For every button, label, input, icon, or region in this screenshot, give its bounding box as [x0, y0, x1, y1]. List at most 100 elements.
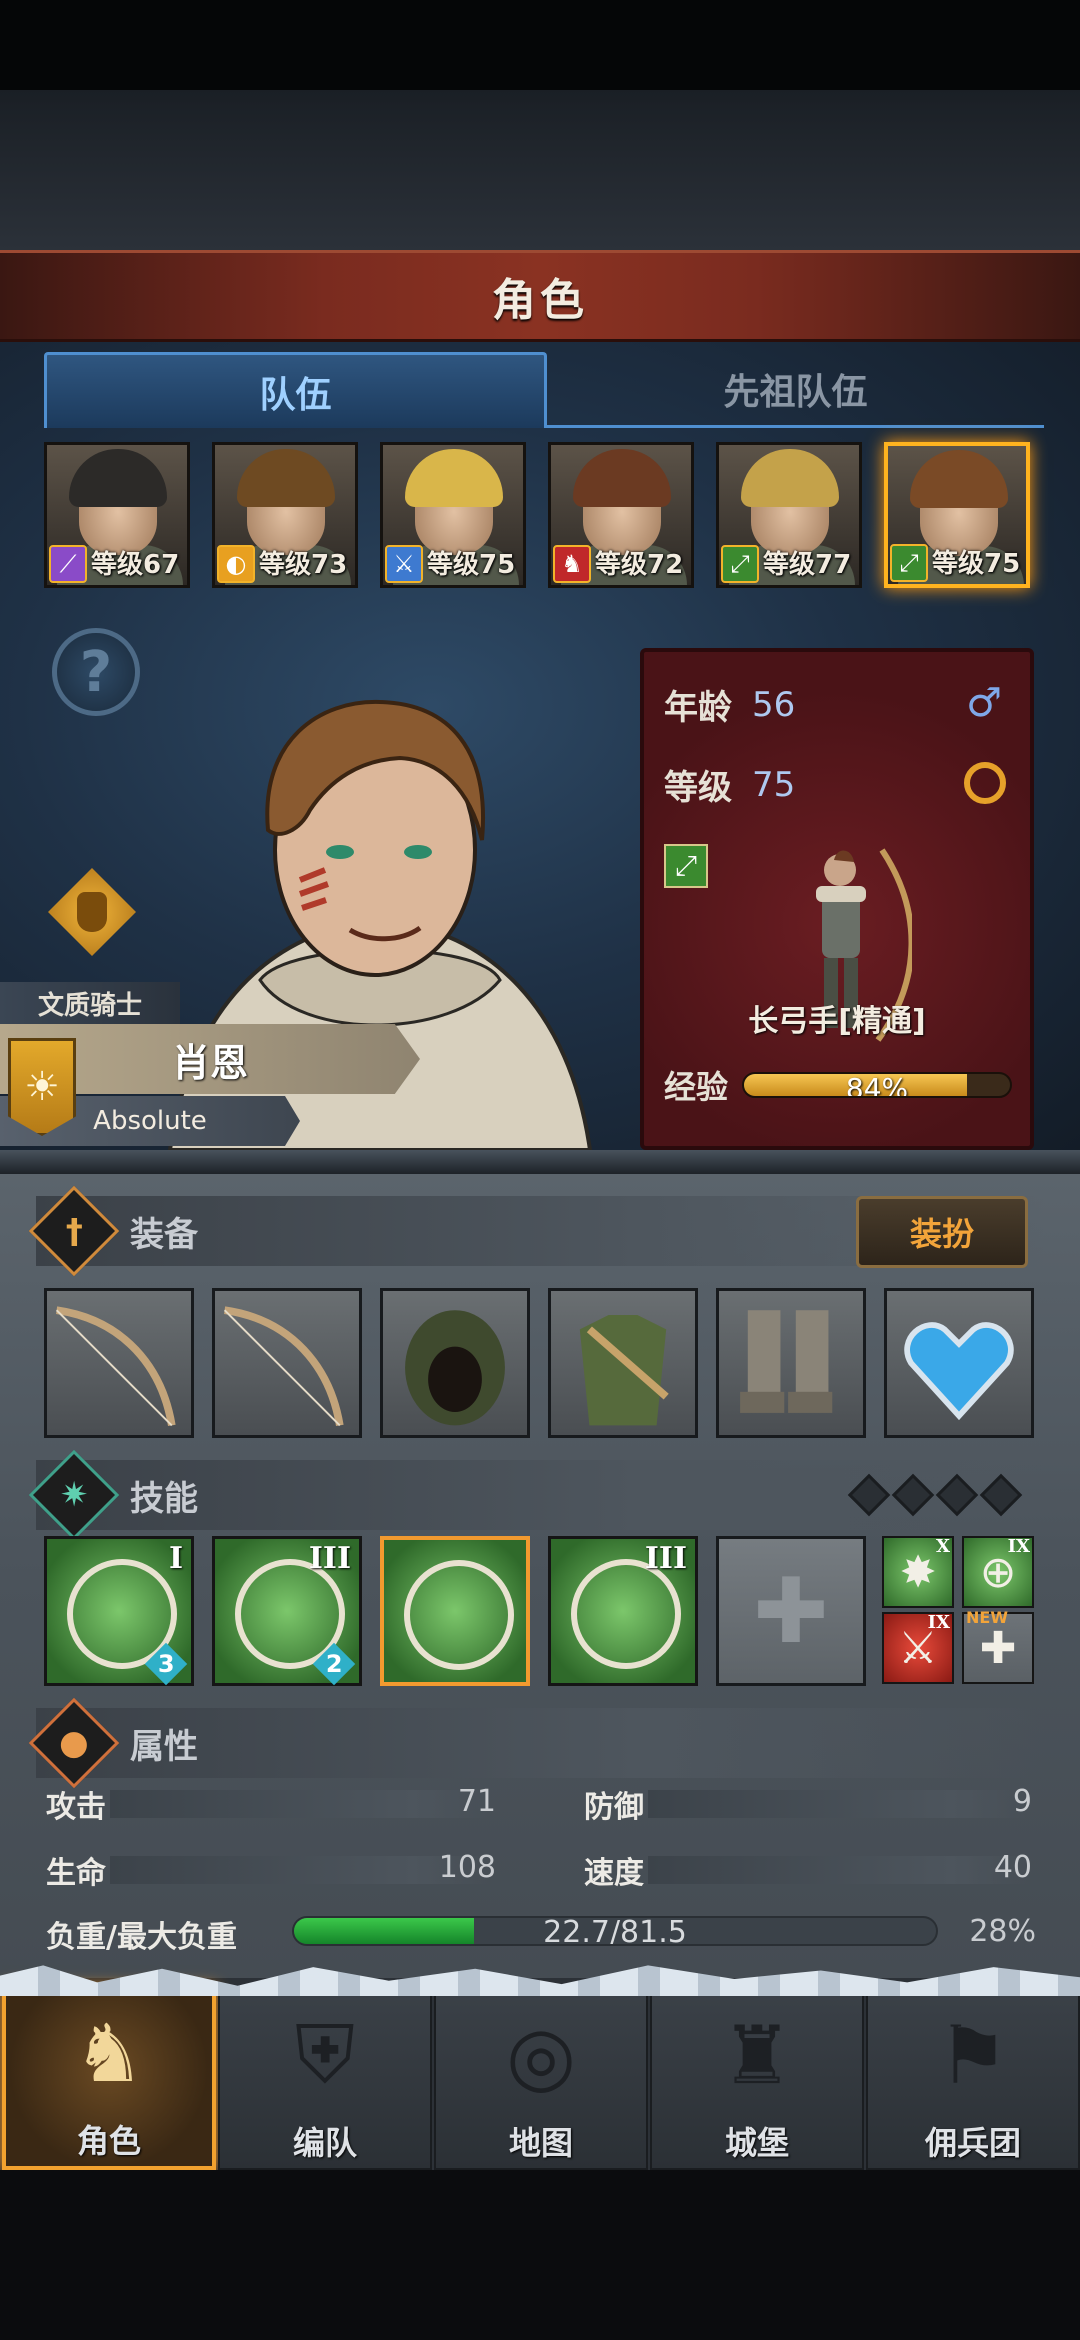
tunic-icon [579, 1315, 669, 1426]
hp-label: 生命 [46, 1856, 106, 1891]
male-icon: ♂ [966, 680, 1002, 726]
hero-card[interactable]: ⚔ 等级75 [380, 442, 526, 588]
knight-icon: ♞ [73, 2006, 145, 2100]
tab-party[interactable]: 队伍 [44, 352, 547, 428]
age-value: 56 [752, 684, 796, 725]
skill-rank: I [168, 1541, 183, 1576]
exp-bar: 84% [742, 1072, 1013, 1098]
character-trait: 文质骑士 [0, 982, 180, 1024]
hero-hair [69, 449, 167, 507]
minor-skill-rank: IX [927, 1612, 950, 1633]
defense-value: 9 [1012, 1784, 1032, 1819]
nav-compass[interactable]: ◎ 地图 [434, 1986, 648, 2170]
minor-skill-slot[interactable]: ⊕ IX [962, 1536, 1034, 1608]
level-value: 75 [752, 764, 796, 805]
equipment-title: 装备 [130, 1214, 198, 1255]
section-divider [0, 1150, 1080, 1174]
mount-icon: ♞ [553, 545, 591, 583]
boots-icon [740, 1310, 833, 1413]
info-panel: 年龄 56 ♂ 等级 75 ⤢ 长弓手[精通] 经验 84% [640, 648, 1034, 1150]
load-value: 22.7/81.5 [543, 1916, 687, 1946]
equipment-slot[interactable] [212, 1288, 362, 1438]
equipment-slot[interactable] [44, 1288, 194, 1438]
skill-slot[interactable]: III [548, 1536, 698, 1686]
class-name: 长弓手[精通] [748, 1004, 926, 1039]
minor-skill-slot[interactable]: ✸ X [882, 1536, 954, 1608]
nav-label: 角色 [76, 2122, 141, 2160]
status-area [0, 0, 1080, 90]
speed-value: 40 [993, 1850, 1032, 1885]
system-nav-area [0, 2170, 1080, 2340]
speed-label: 速度 [584, 1856, 644, 1891]
longbow-icon [55, 1306, 176, 1427]
hero-card[interactable]: ⟋ 等级67 [44, 442, 190, 588]
nav-label: 城堡 [724, 2124, 789, 2162]
equipment-slot[interactable] [716, 1288, 866, 1438]
skill-slot[interactable]: III 2 [212, 1536, 362, 1686]
help-button[interactable]: ? [52, 628, 140, 716]
attributes-title: 属性 [130, 1726, 198, 1767]
skill-count: 2 [325, 1649, 343, 1678]
bow-class-icon: ⤢ [664, 844, 708, 888]
hero-hair [910, 450, 1008, 508]
shield-icon: ◐ [217, 545, 255, 583]
staff-icon: ⟋ [49, 545, 87, 583]
nav-castle[interactable]: ♜ 城堡 [650, 1986, 864, 2170]
skill-rank: III [644, 1541, 687, 1576]
longbow-icon [223, 1306, 344, 1427]
hero-hair [741, 449, 839, 507]
page-title: 角色 [492, 275, 588, 326]
nav-banner[interactable]: ⚑ 佣兵团 [866, 1986, 1080, 2170]
nav-helmet[interactable]: ⛨ 编队 [218, 1986, 432, 2170]
hero-level: 等级72 [595, 550, 684, 580]
person-icon: ● [28, 1697, 120, 1789]
dress-up-button[interactable]: 装扮 [856, 1196, 1028, 1268]
bow-icon: ⤢ [890, 544, 928, 582]
hero-level: 等级75 [427, 550, 516, 580]
hero-level: 等级67 [91, 550, 180, 580]
equipment-slot[interactable] [548, 1288, 698, 1438]
empty-skill-slot[interactable]: ✚ [716, 1536, 866, 1686]
skill-slot[interactable]: I3 [44, 1536, 194, 1686]
hero-card[interactable]: ⤢ 等级77 [716, 442, 862, 588]
heart-amulet-icon [904, 1322, 1014, 1421]
level-label: 等级 [664, 768, 732, 808]
attributes-header: ● 属性 [28, 1697, 1046, 1789]
bow-icon: ⤢ [721, 545, 759, 583]
age-row: 年龄 56 [664, 680, 795, 729]
load-bar: 22.7/81.5 [292, 1916, 938, 1946]
castle-icon: ♜ [721, 2008, 793, 2102]
new-badge: NEW [966, 1608, 1008, 1627]
star-burst-icon: ✷ [28, 1449, 120, 1541]
skill-count: 3 [157, 1649, 175, 1678]
skills-title: 技能 [130, 1478, 198, 1519]
dagger-icon: † [28, 1185, 120, 1277]
hero-card[interactable]: ⤢ 等级75 [884, 442, 1030, 588]
question-icon: ? [79, 639, 113, 705]
tab-ancestor-party[interactable]: 先祖队伍 [547, 352, 1044, 428]
equipment-slot[interactable] [884, 1288, 1034, 1438]
compass-icon: ◎ [506, 2008, 576, 2102]
minor-skill-rank: X [936, 1536, 950, 1557]
hero-hair [237, 449, 335, 507]
minor-skill-slot[interactable]: ✚ NEW [962, 1608, 1034, 1684]
empty-cross-icon: ✚ [753, 1558, 829, 1664]
load-percent: 28% [969, 1914, 1036, 1949]
tab-bar: 队伍 先祖队伍 [44, 352, 1044, 428]
hood-icon [405, 1310, 505, 1426]
hero-hair [573, 449, 671, 507]
hero-level: 等级77 [763, 550, 852, 580]
hero-card[interactable]: ♞ 等级72 [548, 442, 694, 588]
hero-level: 等级75 [932, 549, 1021, 579]
minor-skill-slot[interactable]: ⚔ IX [882, 1612, 954, 1684]
title-bar: 角色 [0, 250, 1080, 342]
crippling-shot-icon [404, 1560, 514, 1670]
ring-icon[interactable] [964, 762, 1006, 804]
skill-rank: III [308, 1541, 351, 1576]
nav-knight[interactable]: ♞ 角色 [2, 1986, 216, 2170]
sword-icon: ⚔ [385, 545, 423, 583]
exp-row: 经验 84% [664, 1062, 1013, 1108]
equipment-slot[interactable] [380, 1288, 530, 1438]
hero-card[interactable]: ◐ 等级73 [212, 442, 358, 588]
skill-slot[interactable] [380, 1536, 530, 1686]
